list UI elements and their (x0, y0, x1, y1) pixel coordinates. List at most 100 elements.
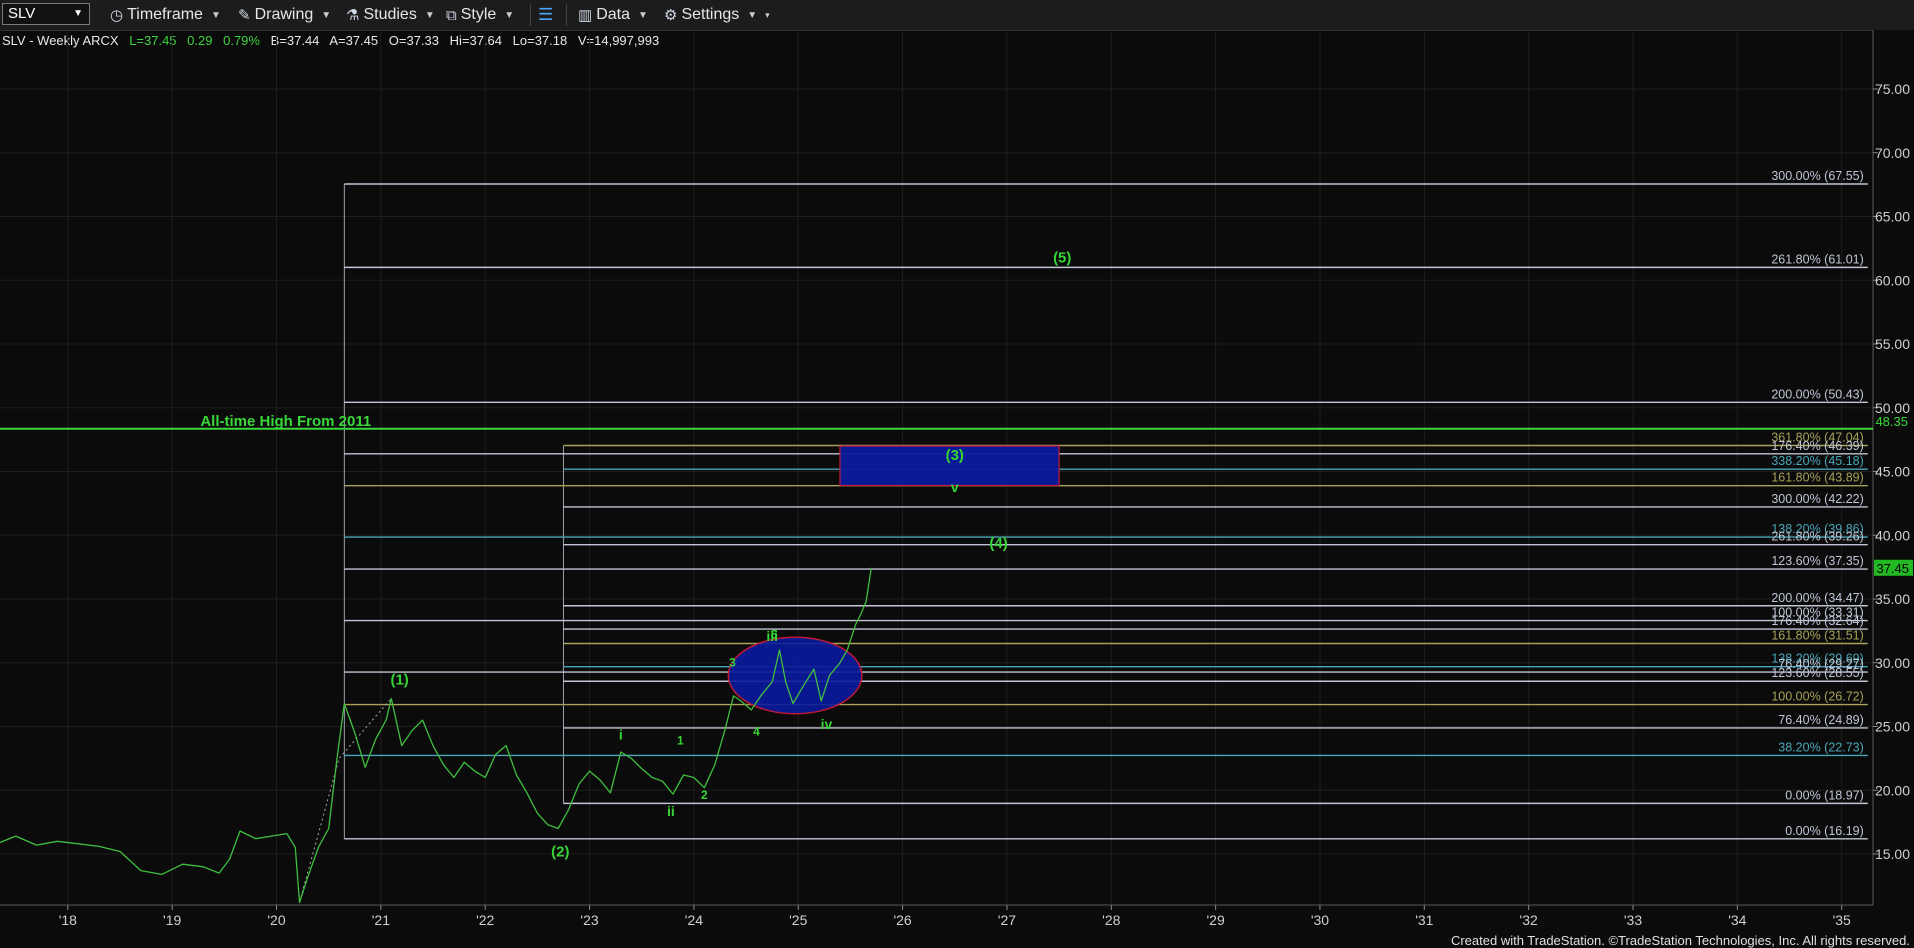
y-tick-label: 55.00 (1875, 336, 1910, 352)
y-tick-label: 70.00 (1875, 145, 1910, 161)
fib-level-label: 123.60% (28.55) (1771, 666, 1863, 680)
x-tick-label: '33 (1624, 912, 1642, 928)
wave-label: (3) (946, 447, 964, 464)
x-tick-label: '34 (1728, 912, 1746, 928)
style-label: Style (460, 6, 497, 23)
x-tick-label: '24 (685, 912, 703, 928)
toolbar-divider (530, 4, 531, 26)
y-tick-label: 75.00 (1875, 81, 1910, 97)
last-price-marker-label: 37.45 (1876, 561, 1909, 576)
fib-level-label: 176.40% (32.64) (1771, 614, 1863, 628)
timeframe-menu[interactable]: ◷ Timeframe ▼ (110, 4, 221, 26)
layout-icon: ☰ (538, 5, 554, 24)
chevron-down-icon: ▼ (637, 9, 648, 21)
wave-connector (298, 698, 392, 903)
wave-label: (2) (551, 844, 569, 861)
chevron-down-icon: ▼ (73, 8, 83, 19)
toolbar-divider (566, 4, 567, 26)
y-tick-label: 35.00 (1875, 591, 1910, 607)
studies-menu[interactable]: ⚗ Studies ▼ (346, 4, 435, 26)
wave-label: iv (821, 716, 833, 732)
wave-label: 5 (771, 628, 778, 642)
studies-label: Studies (363, 6, 417, 23)
x-tick-label: '30 (1311, 912, 1329, 928)
fib-level-label: 200.00% (50.43) (1771, 387, 1863, 401)
wave-label: 3 (729, 656, 736, 670)
consolidation-ellipse (727, 636, 863, 715)
x-tick-label: '32 (1520, 912, 1538, 928)
settings-menu[interactable]: ⚙ Settings ▼ ▾ (664, 4, 770, 26)
price-series-line (0, 567, 872, 904)
symbol-value: SLV (8, 5, 36, 22)
fib-level-label: 300.00% (67.55) (1771, 169, 1863, 183)
y-tick-label: 30.00 (1875, 655, 1910, 671)
y-tick-label: 60.00 (1875, 272, 1910, 288)
fib-level-label: 300.00% (42.22) (1771, 492, 1863, 506)
chevron-down-icon: ▼ (210, 9, 221, 21)
wave-label: 2 (701, 788, 708, 802)
data-menu[interactable]: ▥ Data ▼ (578, 4, 648, 26)
data-label: Data (596, 6, 630, 23)
x-tick-label: '23 (580, 912, 598, 928)
chevron-down-icon: ▼ (747, 9, 758, 21)
fib-level-label: 161.80% (31.51) (1771, 628, 1863, 642)
chevron-down-icon: ▼ (504, 9, 515, 21)
timeframe-label: Timeframe (127, 6, 203, 23)
symbol-input[interactable]: SLV ▼ (2, 3, 90, 25)
y-tick-label: 15.00 (1875, 846, 1910, 862)
fib-level-label: 76.40% (24.89) (1778, 713, 1863, 727)
drawing-label: Drawing (254, 6, 314, 23)
x-tick-label: '28 (1102, 912, 1120, 928)
wave-label: (5) (1053, 249, 1071, 266)
layout-button[interactable]: ☰ (538, 4, 557, 26)
fib-level-label: 200.00% (34.47) (1771, 591, 1863, 605)
fib-level-label: 123.60% (37.35) (1771, 554, 1863, 568)
fib-level-label: 176.40% (46.39) (1771, 439, 1863, 453)
y-tick-label: 65.00 (1875, 209, 1910, 225)
fib-level-label: 261.80% (61.01) (1771, 252, 1863, 266)
wave-label: ii (667, 803, 675, 819)
chevron-down-icon: ▼ (424, 9, 435, 21)
x-tick-label: '25 (789, 912, 807, 928)
price-chart[interactable]: 15.00 20.00 25.00 30.00 35.00 40.00 45.00 5 0.00… (0, 30, 1914, 948)
style-icon: ⧉ (446, 6, 457, 24)
y-tick-label: 20.00 (1875, 782, 1910, 798)
y-tick-label: 45.00 (1875, 464, 1910, 480)
x-tick-label: '22 (476, 912, 494, 928)
x-tick-label: '35 (1833, 912, 1851, 928)
style-menu[interactable]: ⧉ Style ▼ (446, 4, 514, 26)
wave-label: v (951, 479, 959, 495)
drawing-menu[interactable]: ✎ Drawing ▼ (238, 4, 331, 26)
bar-chart-icon: ▥ (578, 7, 593, 24)
wave-label: (4) (989, 535, 1007, 552)
x-tick-label: '29 (1206, 912, 1224, 928)
fib-level-label: 100.00% (26.72) (1771, 690, 1863, 704)
y-tick-label: 25.00 (1875, 719, 1910, 735)
x-tick-label: '20 (267, 912, 285, 928)
clock-icon: ◷ (110, 7, 124, 24)
y-tick-label: 40.00 (1875, 527, 1910, 543)
gear-icon: ⚙ (664, 7, 678, 24)
pencil-icon: ✎ (238, 7, 251, 24)
fib-level-label: 261.80% (39.26) (1771, 530, 1863, 544)
ath-label: All-time High From 2011 (200, 413, 371, 430)
fib-level-label: 0.00% (16.19) (1785, 824, 1864, 838)
ath-value-label: 48.35 (1875, 414, 1908, 429)
settings-label: Settings (681, 6, 740, 23)
x-tick-label: '31 (1415, 912, 1433, 928)
x-tick-label: '26 (893, 912, 911, 928)
fib-level-label: 38.20% (22.73) (1778, 740, 1863, 754)
fib-level-label: 161.80% (43.89) (1771, 471, 1863, 485)
wave-label: 4 (753, 724, 760, 738)
x-tick-label: '21 (372, 912, 390, 928)
wave-label: 1 (677, 733, 684, 747)
wave-label: (1) (390, 671, 408, 688)
more-icon: ▾ (765, 9, 770, 20)
footer-credit: Created with TradeStation. ©TradeStation… (1450, 933, 1910, 948)
x-tick-label: '27 (998, 912, 1016, 928)
toolbar: SLV ▼ ◷ Timeframe ▼ ✎ Drawing ▼ ⚗ Studie… (0, 0, 1914, 31)
fib-level-label: 338.20% (45.18) (1771, 454, 1863, 468)
x-tick-label: '19 (163, 912, 181, 928)
flask-icon: ⚗ (346, 7, 360, 24)
x-tick-label: '18 (59, 912, 77, 928)
